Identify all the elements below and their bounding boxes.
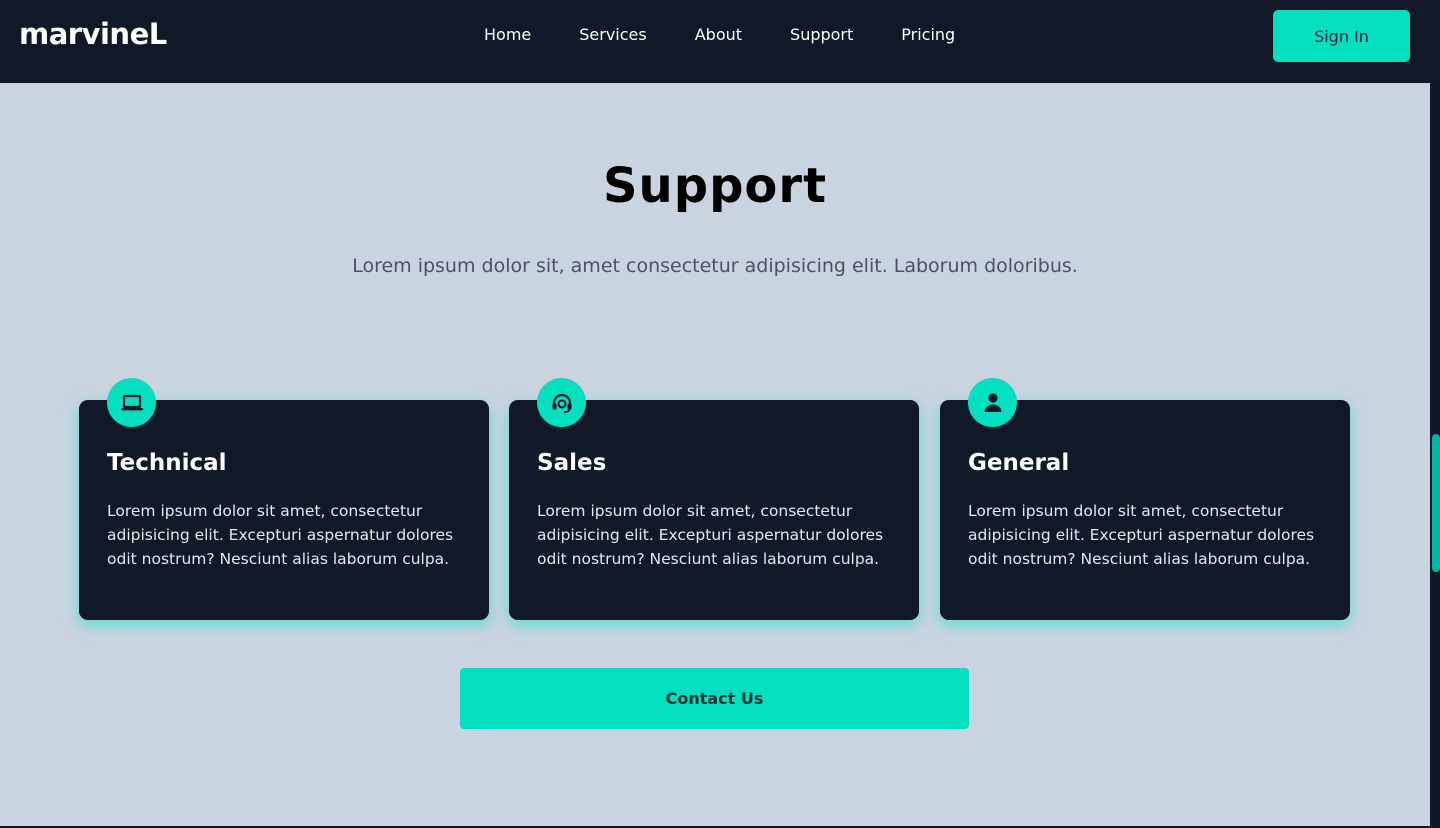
card-title: Technical [107, 450, 227, 476]
brand-logo[interactable]: marvineL [19, 17, 167, 51]
user-icon [968, 378, 1017, 427]
nav-links: Home Services About Support Pricing [484, 25, 955, 45]
card-technical: Technical Lorem ipsum dolor sit amet, co… [79, 378, 489, 620]
nav-link-home[interactable]: Home [484, 25, 531, 45]
card-title: Sales [537, 450, 607, 476]
card-sales: Sales Lorem ipsum dolor sit amet, consec… [509, 378, 919, 620]
card-title: General [968, 450, 1070, 476]
scrollbar-thumb[interactable] [1432, 434, 1440, 572]
sign-in-button[interactable]: Sign In [1273, 10, 1410, 62]
page-title: Support [602, 158, 828, 214]
card-text: Lorem ipsum dolor sit amet, consectetur … [968, 502, 1315, 568]
page-subtitle: Lorem ipsum dolor sit, amet consectetur … [352, 255, 1078, 277]
nav-link-about[interactable]: About [695, 25, 742, 45]
laptop-icon [107, 378, 156, 427]
top-navbar: marvineL Home Services About Support Pri… [0, 0, 1440, 83]
card-general: General Lorem ipsum dolor sit amet, cons… [940, 378, 1350, 620]
nav-link-pricing[interactable]: Pricing [901, 25, 955, 45]
nav-link-support[interactable]: Support [790, 25, 853, 45]
headset-icon [537, 378, 586, 427]
support-section: Support Lorem ipsum dolor sit, amet cons… [0, 83, 1430, 826]
contact-us-button[interactable]: Contact Us [460, 668, 969, 729]
nav-link-services[interactable]: Services [579, 25, 646, 45]
card-text: Lorem ipsum dolor sit amet, consectetur … [537, 502, 884, 568]
card-text: Lorem ipsum dolor sit amet, consectetur … [107, 502, 454, 568]
